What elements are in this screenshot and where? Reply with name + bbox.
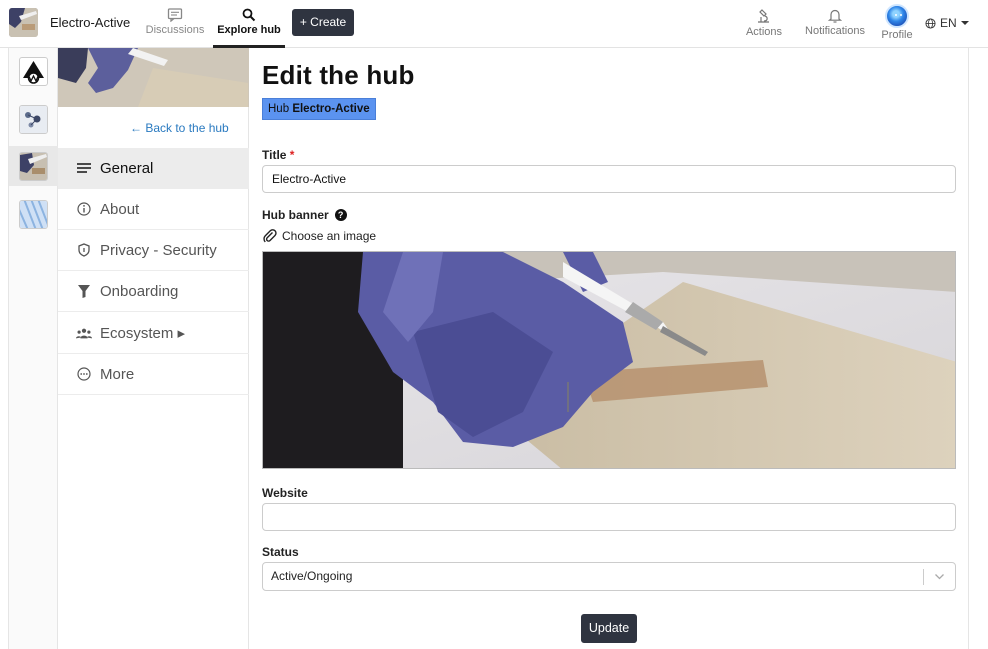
edit-hub-form: Edit the hub Hub Electro-Active Title * … <box>249 48 969 649</box>
required-mark: * <box>289 148 295 162</box>
top-navbar: Electro-Active Discussions Explore hub +… <box>0 0 988 48</box>
nav-profile-label: Profile <box>881 29 913 41</box>
nav-discussions[interactable]: Discussions <box>140 0 210 48</box>
nav-actions[interactable]: Actions <box>739 0 789 48</box>
create-button[interactable]: + Create <box>292 9 354 36</box>
sidebar-banner-image <box>58 48 249 107</box>
hub-badge: Hub Electro-Active <box>262 98 376 120</box>
sidebar-item-label: Privacy - Security <box>100 241 217 259</box>
chat-icon <box>167 8 183 22</box>
status-label: Status <box>262 545 299 559</box>
select-separator <box>923 569 924 585</box>
triangle-logo-icon <box>23 61 44 84</box>
nav-actions-label: Actions <box>745 26 783 38</box>
dots-circle-icon <box>76 366 92 382</box>
update-button[interactable]: Update <box>581 614 637 643</box>
hub-badge-prefix: Hub <box>268 103 290 115</box>
sidebar-item-label: Onboarding <box>100 282 179 300</box>
sidebar-item-about[interactable]: About <box>58 189 249 230</box>
title-input[interactable]: Electro-Active <box>262 165 956 193</box>
sidebar-item-more[interactable]: More <box>58 354 249 395</box>
website-input[interactable] <box>262 503 956 531</box>
settings-sidebar: ← Back to the hub General About Privacy … <box>58 48 249 649</box>
rail-hub-electro-active[interactable] <box>19 152 48 181</box>
nav-discussions-label: Discussions <box>145 24 205 36</box>
language-selector[interactable]: EN <box>925 16 969 30</box>
sidebar-item-label: General <box>100 159 154 177</box>
sidebar-item-label: About <box>100 200 140 218</box>
rail-hub-blue-pattern[interactable] <box>19 200 48 229</box>
lines-icon <box>76 160 92 176</box>
microscope-icon <box>758 9 769 23</box>
sidebar-item-privacy-security[interactable]: Privacy - Security <box>58 230 249 271</box>
funnel-icon <box>76 283 92 299</box>
caret-down-icon <box>960 21 969 25</box>
hub-badge-name: Electro-Active <box>292 103 370 115</box>
language-label: EN <box>940 16 957 30</box>
status-selected-value: Active/Ongoing <box>271 569 353 583</box>
rail-hub-molecules[interactable] <box>19 105 48 134</box>
website-label: Website <box>262 486 308 500</box>
nav-explore-hub[interactable]: Explore hub <box>213 0 285 48</box>
globe-icon <box>925 17 936 29</box>
chevron-down-icon <box>935 574 944 580</box>
paperclip-icon <box>263 229 277 243</box>
nav-notifications-label: Notifications <box>805 25 865 37</box>
status-select[interactable]: Active/Ongoing <box>262 562 956 591</box>
bell-icon <box>828 9 842 23</box>
back-to-hub-link[interactable]: ← Back to the hub <box>130 121 229 135</box>
hub-name[interactable]: Electro-Active <box>50 15 130 30</box>
info-icon <box>76 201 92 217</box>
rail-hub-logo[interactable] <box>19 57 48 86</box>
molecules-image <box>20 106 47 133</box>
banner-label: Hub banner? <box>262 208 347 222</box>
hub-thumbnail[interactable] <box>9 8 38 37</box>
avatar <box>885 4 909 28</box>
choose-image-button[interactable]: Choose an image <box>263 229 376 243</box>
glove-pipette-photo <box>263 252 955 468</box>
nav-profile[interactable]: Profile <box>876 0 918 48</box>
sidebar-item-general[interactable]: General <box>58 148 249 189</box>
help-icon[interactable]: ? <box>334 209 347 221</box>
blue-pattern-image <box>20 201 47 228</box>
glove-pipette-image <box>20 153 47 180</box>
people-icon <box>76 325 92 341</box>
sidebar-item-ecosystem[interactable]: Ecosystem ▸ <box>58 313 249 354</box>
title-label: Title * <box>262 148 294 162</box>
nav-explore-label: Explore hub <box>217 24 281 36</box>
sidebar-item-label: More <box>100 365 135 383</box>
nav-notifications[interactable]: Notifications <box>800 0 870 48</box>
hub-rail <box>8 48 58 649</box>
sidebar-item-label: Ecosystem ▸ <box>100 325 186 342</box>
page-title: Edit the hub <box>262 60 415 90</box>
title-label-text: Title <box>262 148 287 162</box>
hub-banner-image <box>262 251 956 469</box>
banner-label-text: Hub banner <box>262 208 329 222</box>
shield-icon <box>76 242 92 258</box>
search-icon <box>242 8 256 22</box>
sidebar-item-onboarding[interactable]: Onboarding <box>58 271 249 312</box>
choose-image-label: Choose an image <box>282 229 377 243</box>
